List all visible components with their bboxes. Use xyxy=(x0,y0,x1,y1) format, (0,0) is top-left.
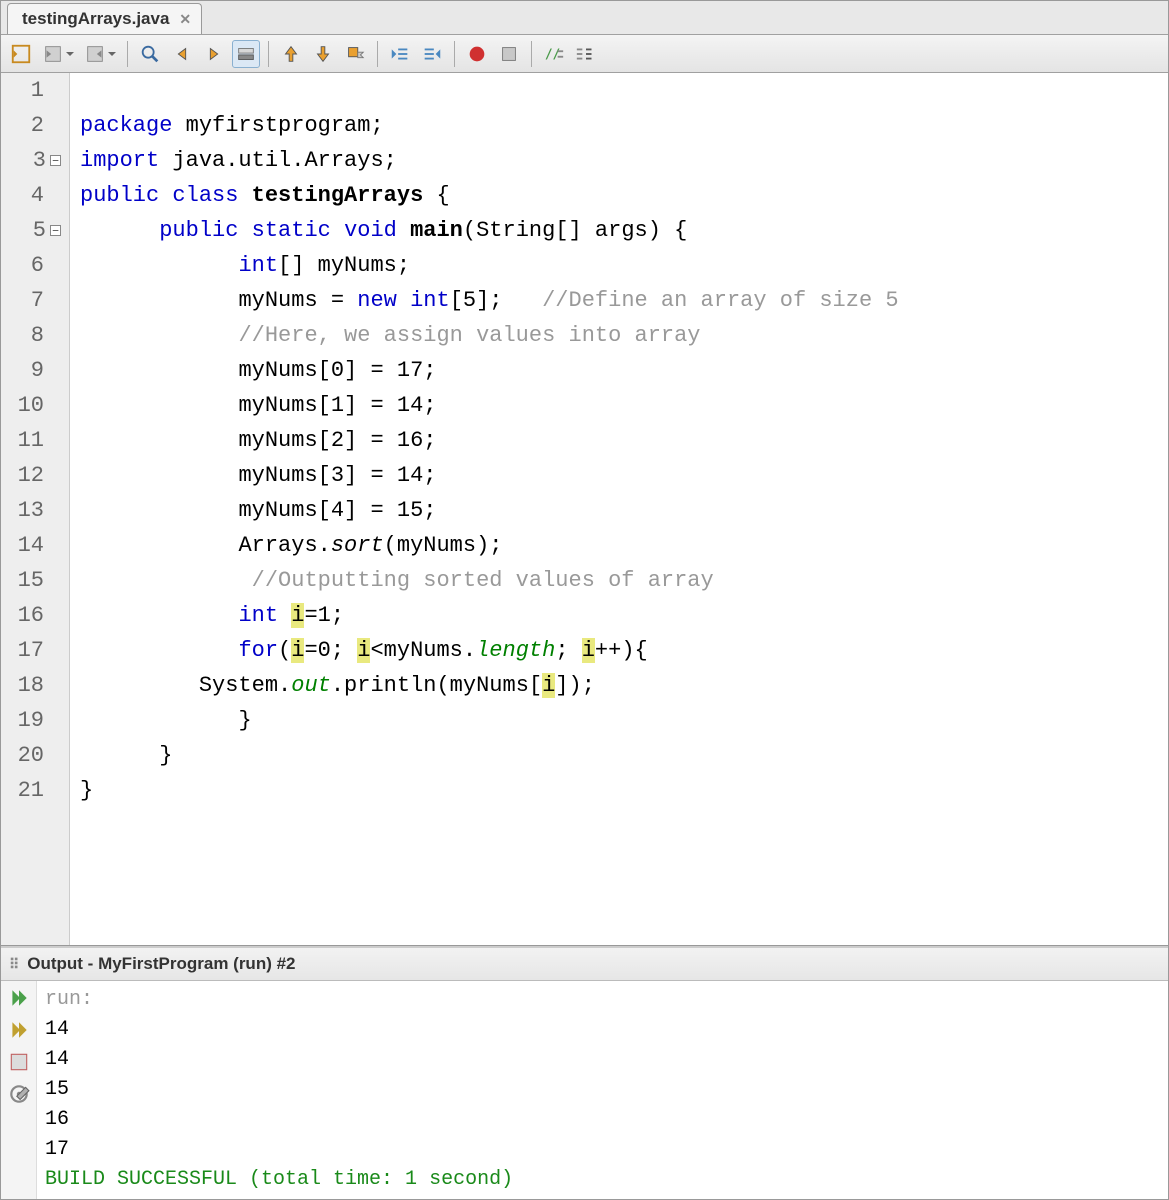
code-line[interactable]: Arrays.sort(myNums); xyxy=(70,528,1168,563)
code-line[interactable] xyxy=(70,73,1168,108)
line-number: 21 xyxy=(1,773,69,808)
line-number: 6 xyxy=(1,248,69,283)
output-line: 14 xyxy=(45,1015,1160,1045)
line-number: 3− xyxy=(1,143,69,178)
svg-text://: // xyxy=(545,47,561,62)
separator xyxy=(268,41,269,67)
code-line[interactable]: int[] myNums; xyxy=(70,248,1168,283)
code-line[interactable]: myNums[3] = 14; xyxy=(70,458,1168,493)
line-number: 4 xyxy=(1,178,69,213)
tab-filename: testingArrays.java xyxy=(22,9,169,29)
line-number: 12 xyxy=(1,458,69,493)
output-line: 14 xyxy=(45,1045,1160,1075)
line-number: 11 xyxy=(1,423,69,458)
code-line[interactable]: System.out.println(myNums[i]); xyxy=(70,668,1168,703)
output-line: 15 xyxy=(45,1075,1160,1105)
line-number: 18 xyxy=(1,668,69,703)
tab-bar: testingArrays.java ✕ xyxy=(1,1,1168,35)
close-tab-icon[interactable]: ✕ xyxy=(179,11,191,28)
next-occurrence-button[interactable] xyxy=(200,40,228,68)
settings-output-icon[interactable] xyxy=(8,1083,30,1105)
code-line[interactable]: //Outputting sorted values of array xyxy=(70,563,1168,598)
code-line[interactable]: for(i=0; i<myNums.length; i++){ xyxy=(70,633,1168,668)
code-line[interactable]: public static void main(String[] args) { xyxy=(70,213,1168,248)
toggle-highlight-button[interactable] xyxy=(232,40,260,68)
separator xyxy=(377,41,378,67)
code-line[interactable]: myNums[0] = 17; xyxy=(70,353,1168,388)
code-line[interactable]: myNums[2] = 16; xyxy=(70,423,1168,458)
output-line: BUILD SUCCESSFUL (total time: 1 second) xyxy=(45,1165,1160,1195)
code-line[interactable]: } xyxy=(70,773,1168,808)
output-sidebar xyxy=(1,981,37,1199)
code-line[interactable]: //Here, we assign values into array xyxy=(70,318,1168,353)
file-tab[interactable]: testingArrays.java ✕ xyxy=(7,3,202,34)
separator xyxy=(127,41,128,67)
line-number-gutter: 123−45−6789101112131415161718192021 xyxy=(1,73,70,945)
code-line[interactable]: package myfirstprogram; xyxy=(70,108,1168,143)
back-history-button[interactable] xyxy=(39,40,67,68)
start-macro-button[interactable] xyxy=(463,40,491,68)
output-console[interactable]: run:1414151617BUILD SUCCESSFUL (total ti… xyxy=(37,981,1168,1199)
line-number: 8 xyxy=(1,318,69,353)
output-line: 16 xyxy=(45,1105,1160,1135)
code-line[interactable]: myNums = new int[5]; //Define an array o… xyxy=(70,283,1168,318)
comment-button[interactable]: // xyxy=(540,40,568,68)
line-number: 2 xyxy=(1,108,69,143)
find-button[interactable] xyxy=(136,40,164,68)
output-title: Output - MyFirstProgram (run) #2 xyxy=(27,954,295,974)
code-line[interactable]: } xyxy=(70,738,1168,773)
separator xyxy=(454,41,455,67)
line-number: 9 xyxy=(1,353,69,388)
output-header[interactable]: Output - MyFirstProgram (run) #2 xyxy=(1,948,1168,981)
shift-left-button[interactable] xyxy=(386,40,414,68)
source-nav-button[interactable] xyxy=(7,40,35,68)
line-number: 1 xyxy=(1,73,69,108)
code-line[interactable]: public class testingArrays { xyxy=(70,178,1168,213)
shift-line-up-button[interactable] xyxy=(277,40,305,68)
line-number: 7 xyxy=(1,283,69,318)
line-number: 16 xyxy=(1,598,69,633)
toggle-bookmark-button[interactable] xyxy=(341,40,369,68)
fold-toggle-icon[interactable]: − xyxy=(50,225,61,236)
rerun-icon[interactable] xyxy=(8,987,30,1009)
line-number: 19 xyxy=(1,703,69,738)
code-line[interactable]: myNums[1] = 14; xyxy=(70,388,1168,423)
code-line[interactable]: } xyxy=(70,703,1168,738)
code-line[interactable]: int i=1; xyxy=(70,598,1168,633)
stop-macro-button[interactable] xyxy=(495,40,523,68)
uncomment-button[interactable] xyxy=(572,40,600,68)
separator xyxy=(531,41,532,67)
output-line: 17 xyxy=(45,1135,1160,1165)
code-line[interactable]: myNums[4] = 15; xyxy=(70,493,1168,528)
line-number: 5− xyxy=(1,213,69,248)
line-number: 10 xyxy=(1,388,69,423)
code-editor[interactable]: 123−45−6789101112131415161718192021 pack… xyxy=(1,73,1168,946)
shift-right-button[interactable] xyxy=(418,40,446,68)
code-line[interactable]: import java.util.Arrays; xyxy=(70,143,1168,178)
line-number: 13 xyxy=(1,493,69,528)
code-area[interactable]: package myfirstprogram;import java.util.… xyxy=(70,73,1168,945)
stop-output-icon[interactable] xyxy=(8,1051,30,1073)
prev-occurrence-button[interactable] xyxy=(168,40,196,68)
shift-line-down-button[interactable] xyxy=(309,40,337,68)
forward-history-button[interactable] xyxy=(81,40,109,68)
line-number: 20 xyxy=(1,738,69,773)
rerun-alt-icon[interactable] xyxy=(8,1019,30,1041)
fold-toggle-icon[interactable]: − xyxy=(50,155,61,166)
line-number: 14 xyxy=(1,528,69,563)
line-number: 17 xyxy=(1,633,69,668)
output-panel: Output - MyFirstProgram (run) #2 run:141… xyxy=(1,946,1168,1199)
output-line: run: xyxy=(45,985,1160,1015)
line-number: 15 xyxy=(1,563,69,598)
editor-toolbar: // xyxy=(1,35,1168,73)
